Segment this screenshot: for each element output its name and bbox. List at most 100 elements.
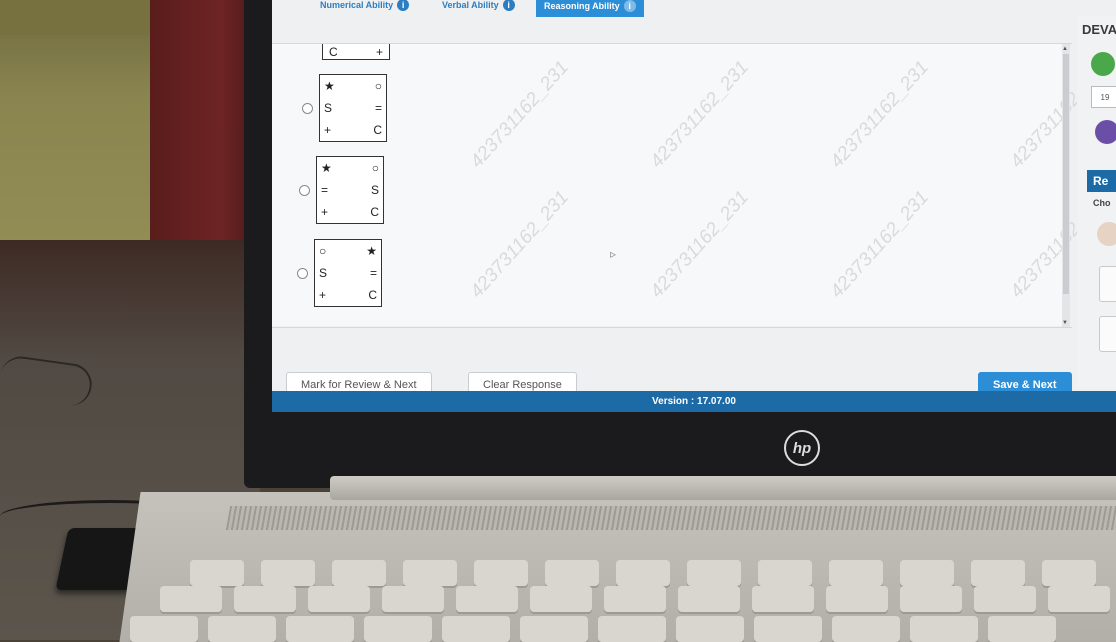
keyboard-key [382, 586, 444, 612]
tab-label: Reasoning Ability [544, 0, 620, 11]
keyboard-key [754, 616, 822, 642]
keyboard-key [403, 560, 457, 586]
answer-option-1[interactable]: ★ ○ S = + C [302, 74, 387, 142]
figure-symbol: S [370, 183, 379, 197]
watermark: 423731162_231 [646, 57, 753, 173]
keyboard-key [190, 560, 244, 586]
avatar [1097, 222, 1116, 246]
wall-trim [0, 0, 150, 35]
question-scrollbar[interactable]: ▲ ▼ [1062, 44, 1070, 328]
figure-symbol: ★ [321, 161, 332, 175]
keyboard-key [678, 586, 740, 612]
info-icon[interactable]: i [397, 0, 410, 11]
candidate-name: DEVA [1082, 22, 1116, 37]
answered-icon [1091, 52, 1115, 76]
count-box: 19 [1091, 86, 1116, 108]
option-figure: ○ ★ S = + C [314, 239, 382, 307]
keyboard-key [208, 616, 276, 642]
figure-symbol: + [324, 123, 332, 137]
keyboard-key [160, 586, 222, 612]
tab-label: Numerical Ability [320, 0, 394, 10]
keyboard-key [910, 616, 978, 642]
figure-symbol: ○ [374, 79, 382, 93]
palette-button[interactable] [1099, 266, 1116, 302]
keyboard-key [829, 560, 883, 586]
figure-symbol: ★ [366, 244, 377, 258]
info-icon[interactable]: i [623, 0, 636, 12]
keyboard-key [332, 560, 386, 586]
keyboard-key [900, 560, 954, 586]
palette-button[interactable] [1099, 316, 1116, 352]
section-tabbar: Numerical Ability i Verbal Ability i Rea… [272, 0, 1116, 18]
figure-symbol: C [370, 205, 379, 219]
info-icon[interactable]: i [502, 0, 515, 11]
divider [272, 327, 1072, 328]
figure-symbol: = [369, 266, 377, 280]
hp-logo: hp [784, 430, 820, 466]
keyboard-key [616, 560, 670, 586]
keyboard-key [286, 616, 354, 642]
option-radio[interactable] [297, 267, 308, 279]
keyboard-key [752, 586, 814, 612]
tab-verbal-ability[interactable]: Verbal Ability i [434, 0, 523, 16]
option-figure: ★ ○ S = + C [319, 74, 387, 142]
question-pane: 423731162_231 423731162_231 423731162_23… [272, 44, 1113, 326]
watermark: 423731162_231 [466, 187, 573, 303]
keyboard-key [971, 560, 1025, 586]
answer-option-3[interactable]: ○ ★ S = + C [297, 239, 382, 307]
figure-symbol: C [368, 288, 377, 302]
keyboard-key [832, 616, 900, 642]
keyboard-key [442, 616, 510, 642]
section-title: Re [1087, 170, 1116, 192]
laptop-hinge [330, 476, 1116, 500]
laptop-screen: Numerical Ability i Verbal Ability i Rea… [272, 0, 1116, 412]
keyboard-key [988, 616, 1056, 642]
figure-symbol: C [329, 44, 338, 59]
keyboard-key [130, 616, 198, 642]
figure-symbol: + [319, 288, 327, 302]
answer-option-2[interactable]: ★ ○ = S + C [299, 156, 384, 224]
keyboard-key [900, 586, 962, 612]
keyboard-key [1048, 586, 1110, 612]
keyboard-key [598, 616, 666, 642]
tab-label: Verbal Ability [442, 0, 499, 10]
option-figure: ★ ○ = S + C [316, 156, 384, 224]
keyboard-key [456, 586, 518, 612]
tab-reasoning-ability[interactable]: Reasoning Ability i [536, 0, 644, 17]
option-radio[interactable] [299, 184, 310, 196]
watermark: 423731162_231 [826, 57, 933, 173]
keyboard-key [1042, 560, 1096, 586]
scroll-down-icon[interactable]: ▼ [1062, 320, 1068, 326]
watermark: 423731162_231 [826, 187, 933, 303]
figure-symbol: S [324, 101, 333, 115]
wall [0, 0, 160, 245]
version-text: Version : 17.07.00 [652, 396, 736, 407]
scroll-up-icon[interactable]: ▲ [1062, 46, 1068, 52]
figure-symbol: + [321, 205, 329, 219]
version-footer: Version : 17.07.00 [272, 391, 1116, 412]
keyboard-key [758, 560, 812, 586]
choose-label: Cho [1093, 198, 1111, 208]
keyboard-key [545, 560, 599, 586]
figure-symbol: ○ [319, 244, 327, 258]
watermark: 423731162_231 [466, 57, 573, 173]
keyboard-key [308, 586, 370, 612]
keyboard-key [826, 586, 888, 612]
marked-icon [1095, 120, 1116, 144]
tab-numerical-ability[interactable]: Numerical Ability i [312, 0, 417, 16]
figure-symbol: ○ [371, 161, 379, 175]
watermark: 423731162_231 [646, 187, 753, 303]
keyboard-key [530, 586, 592, 612]
figure-symbol: ★ [324, 79, 335, 93]
option-radio[interactable] [302, 102, 313, 114]
keyboard-key [520, 616, 588, 642]
scroll-thumb[interactable] [1063, 54, 1069, 294]
partial-option-figure: C + [322, 44, 390, 60]
figure-symbol: = [374, 101, 382, 115]
keyboard-key [261, 560, 315, 586]
keyboard-key [604, 586, 666, 612]
keyboard-key [234, 586, 296, 612]
mouse-cursor-icon: ▹ [610, 247, 617, 261]
figure-symbol: + [375, 44, 383, 59]
keyboard-key [364, 616, 432, 642]
